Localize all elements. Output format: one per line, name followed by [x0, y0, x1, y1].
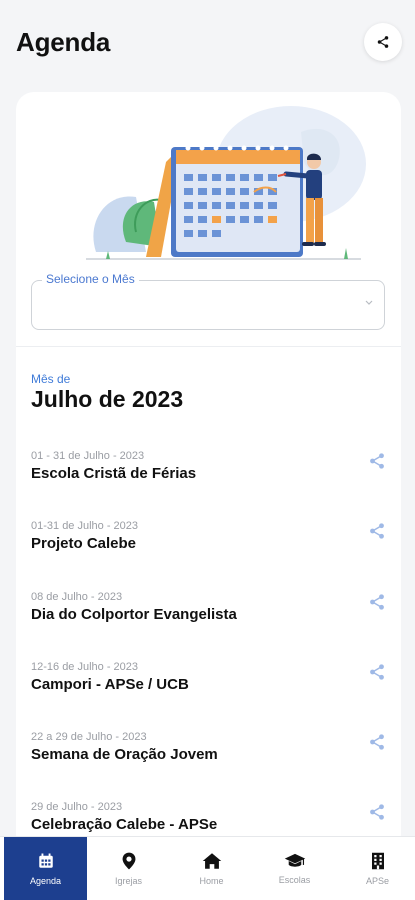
- event-name: Dia do Colportor Evangelista: [31, 606, 237, 623]
- month-heading: Julho de 2023: [31, 386, 184, 412]
- event-date: 08 de Julho - 2023: [31, 591, 123, 603]
- header-share-button[interactable]: [364, 23, 402, 61]
- event-name: Campori - APSe / UCB: [31, 676, 189, 693]
- building-icon: [371, 852, 384, 870]
- graduation-cap-icon: [284, 853, 305, 867]
- event-item[interactable]: 01-31 de Julho - 2023 Projeto Calebe: [16, 512, 401, 574]
- month-caption: Mês de: [31, 372, 71, 386]
- share-icon: [377, 36, 389, 48]
- event-item[interactable]: 08 de Julho - 2023 Dia do Colportor Evan…: [16, 583, 401, 645]
- share-icon[interactable]: [368, 663, 386, 681]
- share-icon[interactable]: [368, 452, 386, 470]
- share-icon[interactable]: [368, 803, 386, 821]
- event-item[interactable]: 22 a 29 de Julho - 2023 Semana de Oração…: [16, 723, 401, 785]
- nav-label: Igrejas: [114, 876, 142, 886]
- event-date: 01 - 31 de Julho - 2023: [31, 450, 145, 462]
- page-title: Agenda: [16, 27, 111, 57]
- event-name: Semana de Oração Jovem: [31, 746, 218, 763]
- nav-item-escolas[interactable]: Escolas: [253, 837, 336, 900]
- event-date: 12-16 de Julho - 2023: [31, 661, 139, 673]
- share-icon[interactable]: [368, 593, 386, 611]
- agenda-card: Selecione o Mês Mês de Julho de 2023 01 …: [16, 92, 401, 852]
- event-name: Celebração Calebe - APSe: [31, 816, 218, 833]
- location-pin-icon: [122, 852, 135, 870]
- nav-item-apse[interactable]: APSe: [336, 837, 415, 900]
- chevron-down-icon: [365, 300, 373, 305]
- nav-label: Escolas: [278, 875, 311, 885]
- share-icon[interactable]: [368, 522, 386, 540]
- nav-item-igrejas[interactable]: Igrejas: [87, 837, 170, 900]
- share-icon[interactable]: [368, 733, 386, 751]
- event-name: Projeto Calebe: [31, 535, 137, 552]
- nav-item-agenda[interactable]: Agenda: [4, 837, 87, 900]
- calendar-icon: [38, 853, 53, 868]
- event-date: 29 de Julho - 2023: [31, 801, 123, 813]
- month-select[interactable]: Selecione o Mês: [31, 272, 385, 330]
- event-item[interactable]: 12-16 de Julho - 2023 Campori - APSe / U…: [16, 653, 401, 715]
- nav-label: APSe: [365, 876, 389, 886]
- nav-label: Agenda: [29, 876, 62, 886]
- home-icon: [202, 853, 221, 869]
- calendar-illustration: [86, 106, 366, 260]
- divider: [16, 346, 401, 347]
- event-name: Escola Cristã de Férias: [31, 465, 197, 482]
- nav-label: Home: [199, 876, 224, 886]
- event-date: 22 a 29 de Julho - 2023: [31, 731, 147, 743]
- event-date: 01-31 de Julho - 2023: [31, 520, 139, 532]
- event-item[interactable]: 01 - 31 de Julho - 2023 Escola Cristã de…: [16, 442, 401, 504]
- bottom-navigation: Agenda Igrejas Home Escolas APSe: [0, 836, 415, 900]
- nav-item-home[interactable]: Home: [170, 837, 253, 900]
- month-select-label: Selecione o Mês: [42, 272, 139, 286]
- top-bar: Agenda: [0, 0, 415, 86]
